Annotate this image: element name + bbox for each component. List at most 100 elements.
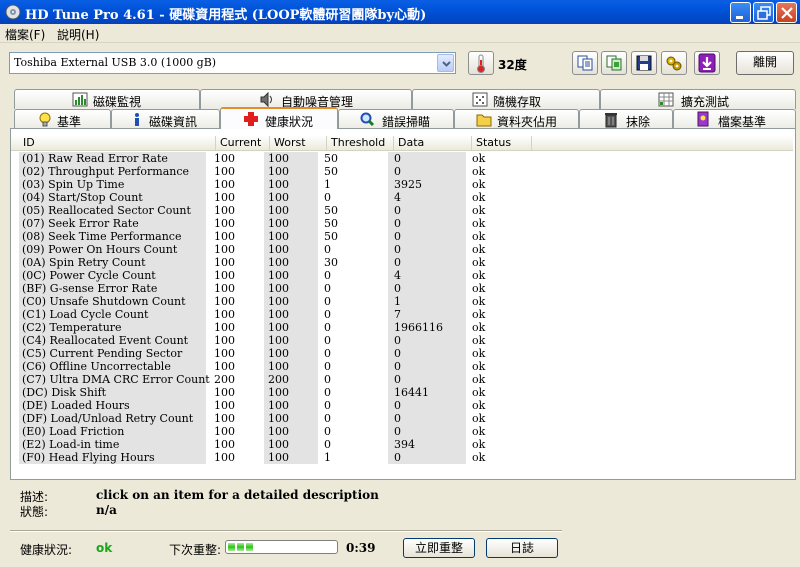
close-button[interactable] xyxy=(776,2,797,23)
exit-button[interactable]: 離開 xyxy=(736,51,794,75)
table-cell: 0 xyxy=(394,152,401,165)
download-button[interactable] xyxy=(694,51,720,75)
window-title: HD Tune Pro 4.61 - 硬碟資用程式 (LOOP軟體研習團隊by心… xyxy=(25,8,427,23)
table-cell: 100 xyxy=(268,321,289,334)
table-row[interactable]: (C4) Reallocated Event Count 100 100 0 0 ok xyxy=(11,334,511,347)
tab-random-access[interactable]: 隨機存取 xyxy=(412,89,600,109)
tab-disk-info[interactable]: 磁碟資訊 xyxy=(111,109,220,129)
column-header-threshold[interactable]: Threshold xyxy=(327,136,394,151)
column-header-status[interactable]: Status xyxy=(472,136,532,151)
table-cell: 100 xyxy=(268,256,289,269)
tab-error-scan[interactable]: 錯誤掃瞄 xyxy=(338,109,454,129)
log-button[interactable]: 日誌 xyxy=(486,538,558,558)
table-cell: 0 xyxy=(394,412,401,425)
table-cell: ok xyxy=(472,412,486,425)
table-cell: 100 xyxy=(214,308,235,321)
table-row[interactable]: (0C) Power Cycle Count 100 100 0 4 ok xyxy=(11,269,511,282)
copy-screenshot-button[interactable] xyxy=(601,51,627,75)
table-cell: 100 xyxy=(268,451,289,464)
temperature-button[interactable] xyxy=(468,51,494,75)
refresh-now-button[interactable]: 立即重整 xyxy=(403,538,475,558)
table-cell: 0 xyxy=(394,451,401,464)
tab-disk-monitor[interactable]: 磁碟監視 xyxy=(14,89,200,109)
table-cell: 50 xyxy=(324,204,338,217)
table-cell: 0 xyxy=(394,230,401,243)
table-cell: 4 xyxy=(394,191,401,204)
table-cell: 100 xyxy=(268,412,289,425)
table-row[interactable]: (07) Seek Error Rate 100 100 50 0 ok xyxy=(11,217,511,230)
table-cell: 100 xyxy=(268,204,289,217)
table-cell: 0 xyxy=(394,360,401,373)
table-cell: 0 xyxy=(394,347,401,360)
table-cell: 50 xyxy=(324,165,338,178)
table-row[interactable]: (C1) Load Cycle Count 100 100 0 7 ok xyxy=(11,308,511,321)
table-row[interactable]: (04) Start/Stop Count 100 100 0 4 ok xyxy=(11,191,511,204)
tab-extra-tests[interactable]: 擴充測試 xyxy=(600,89,796,109)
table-cell: 0 xyxy=(324,360,331,373)
table-cell: 4 xyxy=(394,269,401,282)
table-row[interactable]: (03) Spin Up Time 100 100 1 3925 ok xyxy=(11,178,511,191)
close-icon xyxy=(781,7,793,19)
table-cell: 100 xyxy=(214,230,235,243)
table-cell: 200 xyxy=(214,373,235,386)
table-cell: 0 xyxy=(324,321,331,334)
table-row[interactable]: (DE) Loaded Hours 100 100 0 0 ok xyxy=(11,399,511,412)
table-cell: 100 xyxy=(268,269,289,282)
table-row[interactable]: (E2) Load-in time 100 100 0 394 ok xyxy=(11,438,511,451)
table-cell: 0 xyxy=(324,269,331,282)
tab-health[interactable]: 健康狀況 xyxy=(220,107,338,129)
table-cell: 100 xyxy=(214,360,235,373)
table-cell: 0 xyxy=(324,334,331,347)
drive-select[interactable]: Toshiba External USB 3.0 (1000 gB) xyxy=(9,52,456,74)
table-row[interactable]: (01) Raw Read Error Rate 100 100 50 0 ok xyxy=(11,152,511,165)
table-cell: ok xyxy=(472,451,486,464)
table-row[interactable]: (C6) Offline Uncorrectable 100 100 0 0 ok xyxy=(11,360,511,373)
table-cell: 100 xyxy=(214,451,235,464)
options-button[interactable] xyxy=(661,51,687,75)
save-button[interactable] xyxy=(631,51,657,75)
table-row[interactable]: (02) Throughput Performance 100 100 50 0 ok xyxy=(11,165,511,178)
table-row[interactable]: (C0) Unsafe Shutdown Count 100 100 0 1 ok xyxy=(11,295,511,308)
table-row[interactable]: (0A) Spin Retry Count 100 100 30 0 ok xyxy=(11,256,511,269)
tab-file-benchmark[interactable]: 檔案基準 xyxy=(673,109,796,129)
column-header-worst[interactable]: Worst xyxy=(270,136,327,151)
column-header-current[interactable]: Current xyxy=(216,136,270,151)
table-cell: 100 xyxy=(268,178,289,191)
table-row[interactable]: (09) Power On Hours Count 100 100 0 0 ok xyxy=(11,243,511,256)
table-row[interactable]: (08) Seek Time Performance 100 100 50 0 ok xyxy=(11,230,511,243)
menu-help[interactable]: 說明(H) xyxy=(57,26,99,43)
table-row[interactable]: (C2) Temperature 100 100 0 1966116 ok xyxy=(11,321,511,334)
table-cell: 100 xyxy=(268,360,289,373)
table-row[interactable]: (C5) Current Pending Sector 100 100 0 0 ok xyxy=(11,347,511,360)
minimize-button[interactable] xyxy=(730,2,751,23)
table-cell: 100 xyxy=(268,386,289,399)
dropdown-arrow[interactable] xyxy=(437,54,454,72)
title-bar[interactable]: HD Tune Pro 4.61 - 硬碟資用程式 (LOOP軟體研習團隊by心… xyxy=(0,0,800,24)
table-cell: 0 xyxy=(394,425,401,438)
table-cell: 100 xyxy=(214,412,235,425)
table-cell: 0 xyxy=(394,217,401,230)
table-row[interactable]: (BF) G-sense Error Rate 100 100 0 0 ok xyxy=(11,282,511,295)
table-row[interactable]: (C7) Ultra DMA CRC Error Count 200 200 0 0 ok xyxy=(11,373,511,386)
table-cell: 1 xyxy=(324,451,331,464)
tab-acoustic-management[interactable]: 自動噪音管理 xyxy=(200,89,412,109)
tab-folder-usage[interactable]: 資料夾佔用 xyxy=(454,109,579,129)
table-cell: 100 xyxy=(268,243,289,256)
table-cell: 50 xyxy=(324,152,338,165)
tab-benchmark[interactable]: 基準 xyxy=(14,109,111,129)
column-header-id[interactable]: ID xyxy=(19,136,216,151)
app-icon xyxy=(5,4,21,20)
table-row[interactable]: (DF) Load/Unload Retry Count 100 100 0 0 ok xyxy=(11,412,511,425)
restore-button[interactable] xyxy=(753,2,774,23)
table-row[interactable]: (E0) Load Friction 100 100 0 0 ok xyxy=(11,425,511,438)
table-cell: (01) Raw Read Error Rate xyxy=(22,152,168,165)
table-row[interactable]: (05) Reallocated Sector Count 100 100 50 0 ok xyxy=(11,204,511,217)
column-header-data[interactable]: Data xyxy=(394,136,472,151)
table-cell: 100 xyxy=(214,282,235,295)
table-row[interactable]: (DC) Disk Shift 100 100 0 16441 ok xyxy=(11,386,511,399)
tab-erase[interactable]: 抹除 xyxy=(579,109,673,129)
table-cell: 0 xyxy=(324,282,331,295)
menu-file[interactable]: 檔案(F) xyxy=(5,26,45,43)
table-row[interactable]: (F0) Head Flying Hours 100 100 1 0 ok xyxy=(11,451,511,464)
copy-text-button[interactable] xyxy=(572,51,598,75)
